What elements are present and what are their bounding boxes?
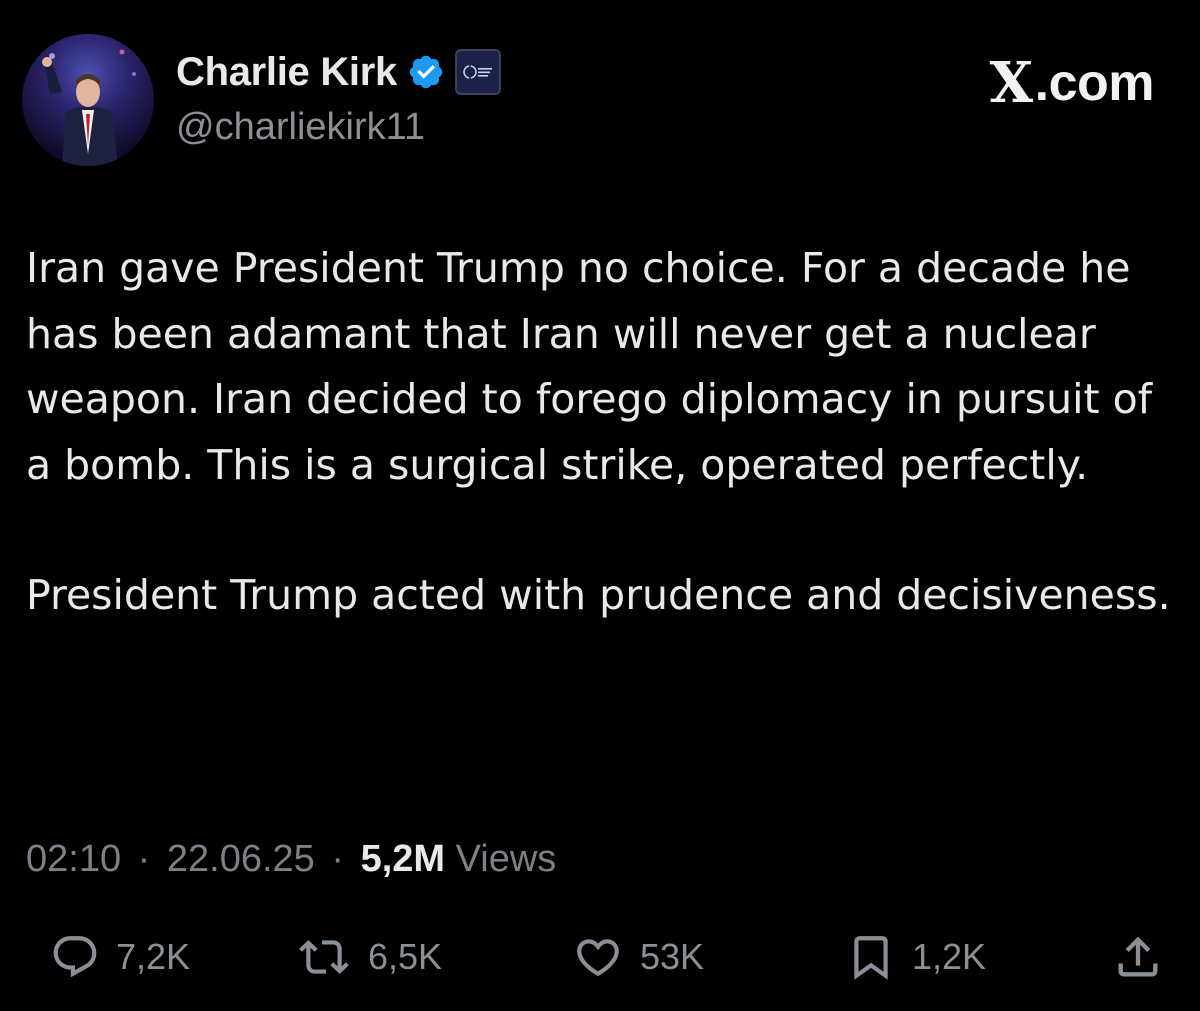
x-brand-logo: X .com <box>989 50 1155 116</box>
meta-separator: · <box>137 838 151 880</box>
organization-logo-icon <box>463 63 492 81</box>
views-label: Views <box>455 838 557 880</box>
avatar-image <box>22 34 154 166</box>
bookmark-count: 1,2K <box>912 936 987 977</box>
author-avatar[interactable] <box>22 34 154 166</box>
x-logo-icon: X <box>989 50 1033 116</box>
speech-bubble-icon <box>53 936 97 978</box>
like-button[interactable]: 53K <box>572 925 704 989</box>
tweet-paragraph: President Trump acted with prudence and … <box>26 571 1171 619</box>
share-button[interactable] <box>1112 925 1164 989</box>
bookmark-button[interactable]: 1,2K <box>846 925 986 989</box>
tweet-card: Charlie Kirk @charliekirk11 X .com Iran … <box>0 0 1200 1011</box>
tweet-text: Iran gave President Trump no choice. For… <box>26 236 1176 629</box>
reply-button[interactable]: 7,2K <box>50 925 190 989</box>
brand-domain: .com <box>1034 54 1155 112</box>
organization-badge-icon[interactable] <box>454 49 501 95</box>
repost-button[interactable]: 6,5K <box>296 925 442 989</box>
tweet-actions-bar: 7,2K 6,5K 53K 1,2K <box>0 925 1200 995</box>
verified-badge-icon[interactable] <box>407 53 445 91</box>
bookmark-icon <box>854 936 888 980</box>
repost-arrows-icon <box>299 940 349 974</box>
repost-count: 6,5K <box>368 936 443 977</box>
tweet-paragraph: Iran gave President Trump no choice. For… <box>26 244 1153 489</box>
tweet-time[interactable]: 02:10 <box>26 838 121 880</box>
author-name-row: Charlie Kirk <box>176 46 501 98</box>
author-handle[interactable]: @charliekirk11 <box>176 106 425 149</box>
author-display-name[interactable]: Charlie Kirk <box>176 50 397 95</box>
tweet-date[interactable]: 22.06.25 <box>167 838 315 880</box>
like-count: 53K <box>640 936 705 977</box>
meta-separator: · <box>331 838 345 880</box>
views-count[interactable]: 5,2M <box>361 838 445 880</box>
reply-count: 7,2K <box>116 936 191 977</box>
share-upload-icon <box>1118 936 1158 977</box>
heart-icon <box>577 939 619 977</box>
tweet-meta: 02:10 · 22.06.25 · 5,2M Views <box>26 838 556 881</box>
